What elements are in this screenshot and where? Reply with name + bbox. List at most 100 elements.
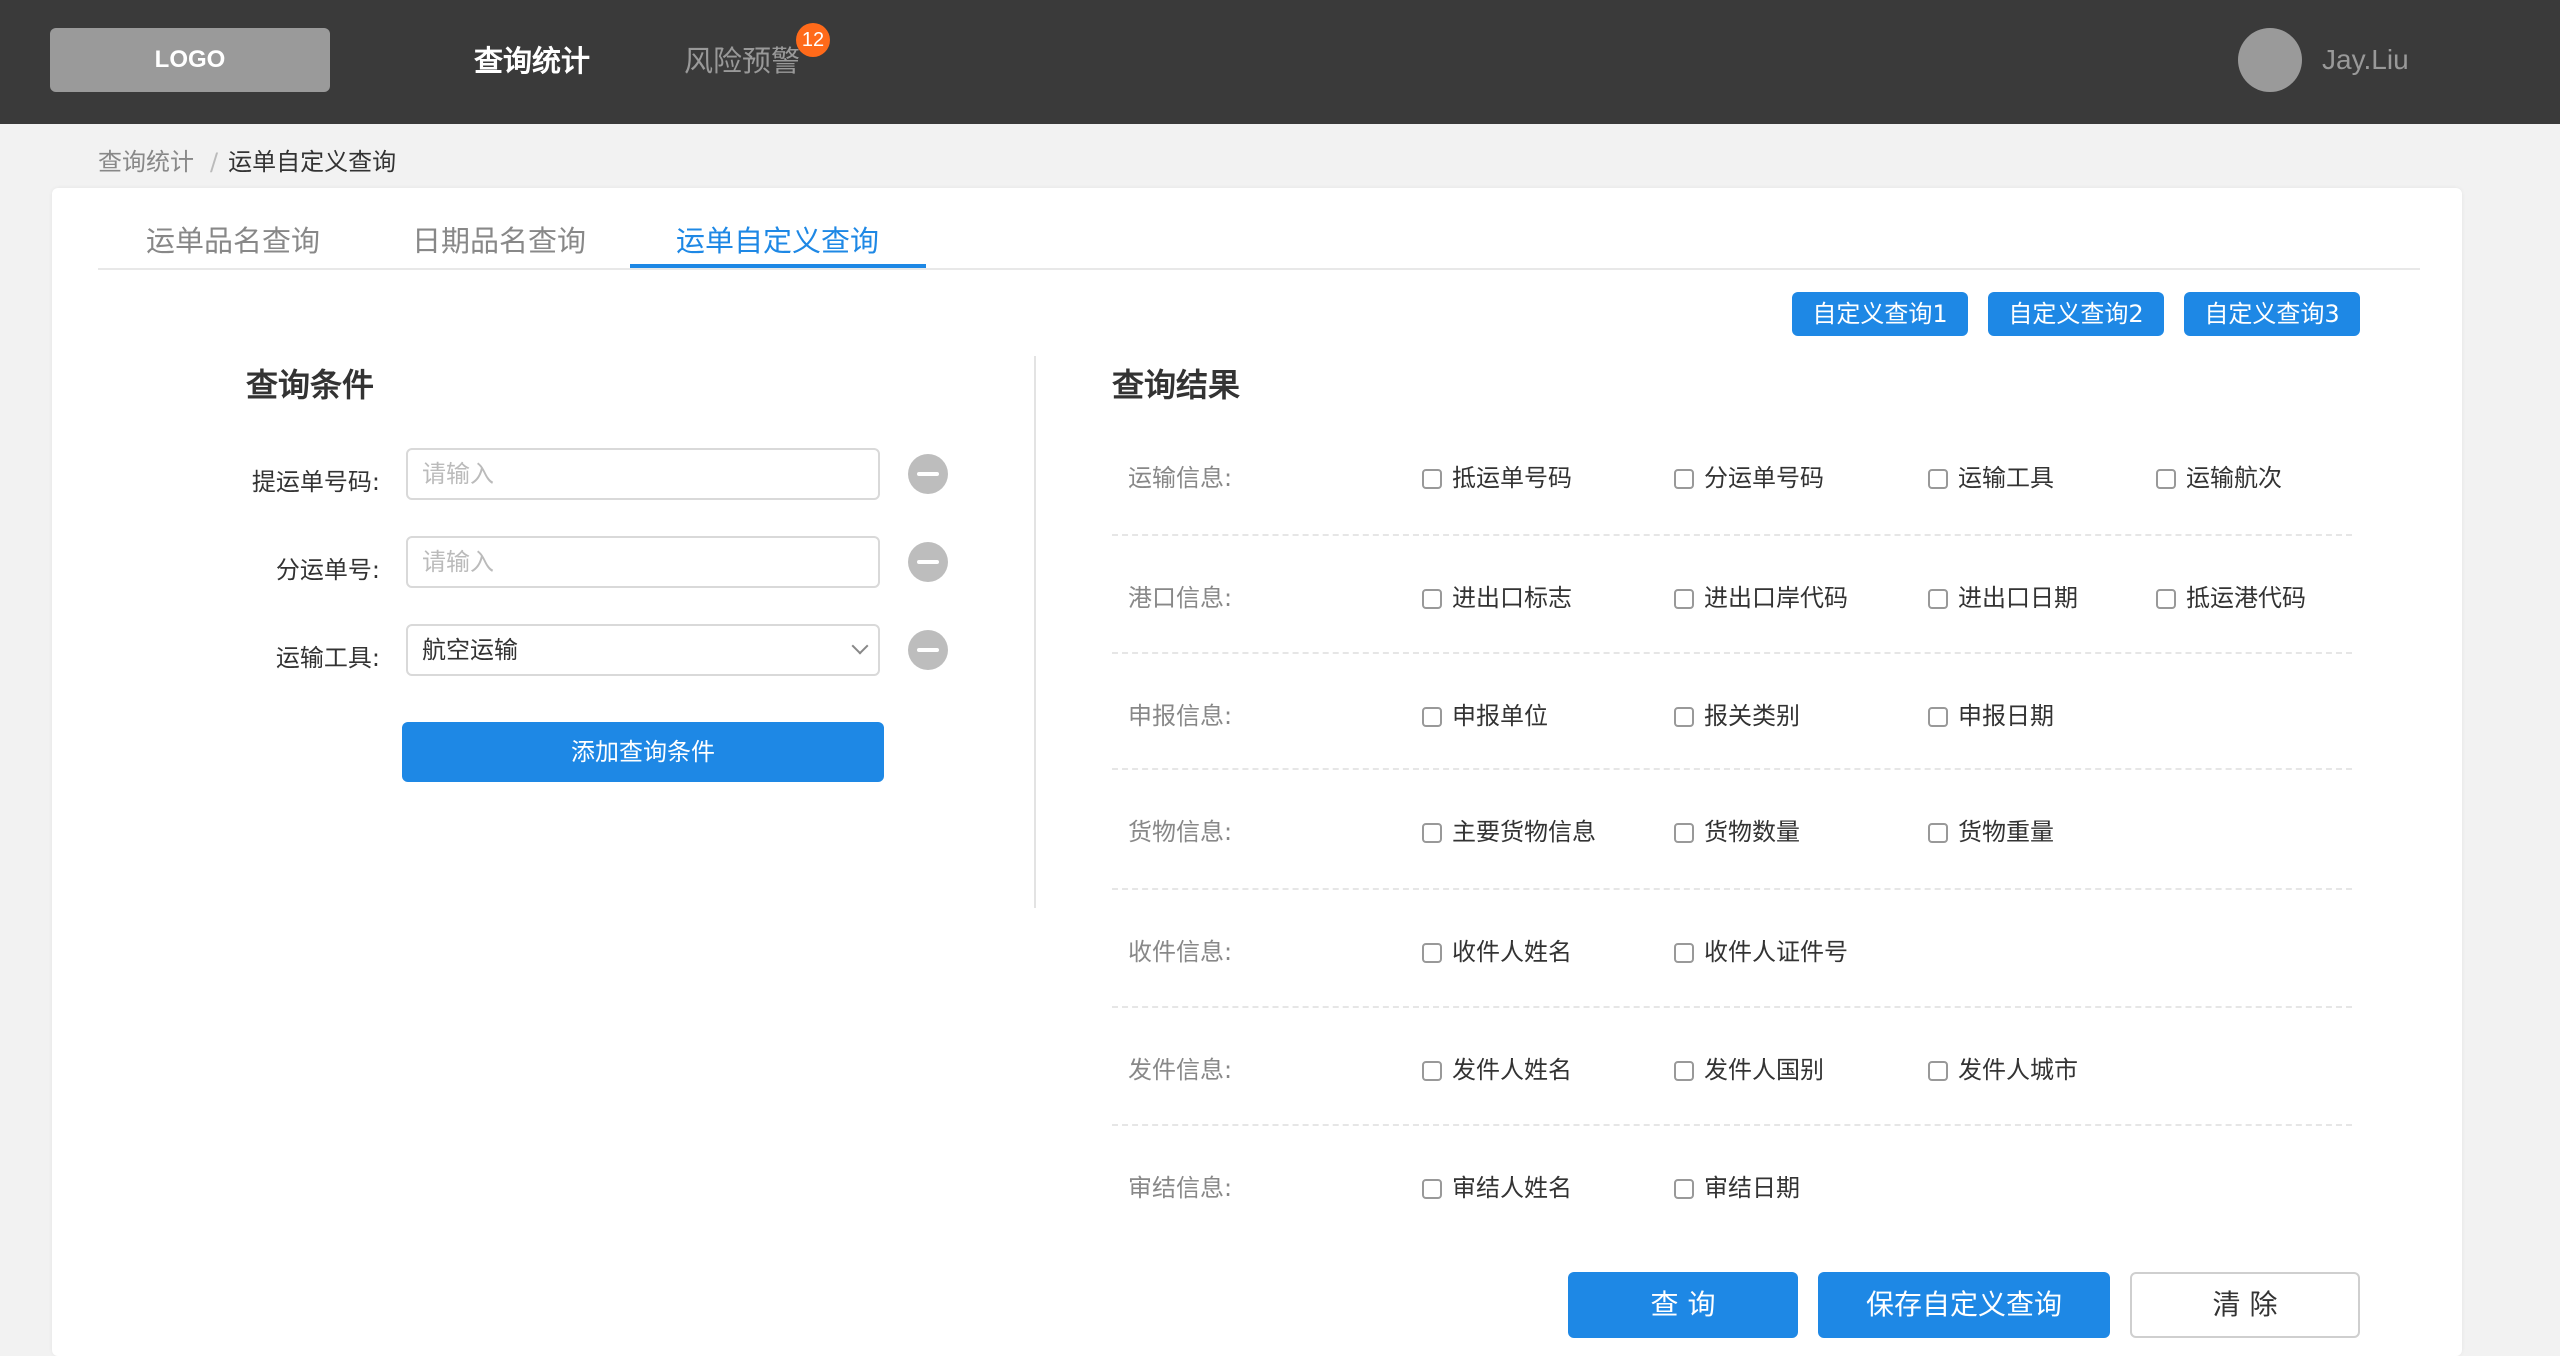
group-label-declaration: 申报信息: <box>1128 702 1233 730</box>
checkbox-option[interactable]: 抵运港代码 <box>2156 578 2306 613</box>
checkbox-option[interactable]: 抵运单号码 <box>1422 458 1572 493</box>
field-label-sub-waybill: 分运单号: <box>275 556 380 584</box>
nav-query-statistics[interactable]: 查询统计 <box>474 38 590 80</box>
checkbox-option[interactable]: 申报单位 <box>1422 696 1548 731</box>
checkbox-option[interactable]: 进出口标志 <box>1422 578 1572 613</box>
group-label-goods: 货物信息: <box>1128 818 1233 846</box>
remove-condition-icon[interactable] <box>908 630 948 670</box>
checkbox-icon[interactable] <box>1674 707 1694 727</box>
checkbox-icon[interactable] <box>1422 469 1442 489</box>
checkbox-option[interactable]: 发件人姓名 <box>1422 1050 1572 1085</box>
transport-select[interactable]: 航空运输 <box>406 624 880 676</box>
tab-waybill-custom[interactable]: 运单自定义查询 <box>676 218 879 260</box>
checkbox-label: 申报日期 <box>1958 702 2054 730</box>
tab-bar: 运单品名查询 日期品名查询 运单自定义查询 <box>98 188 2420 270</box>
group-label-recipient: 收件信息: <box>1128 938 1233 966</box>
checkbox-label: 进出口标志 <box>1452 584 1572 612</box>
checkbox-option[interactable]: 收件人姓名 <box>1422 932 1572 967</box>
conditions-title: 查询条件 <box>246 366 375 404</box>
tab-date-product[interactable]: 日期品名查询 <box>412 218 586 260</box>
checkbox-label: 抵运单号码 <box>1452 464 1572 492</box>
notification-badge: 12 <box>796 23 830 57</box>
checkbox-option[interactable]: 申报日期 <box>1928 696 2054 731</box>
query-button[interactable]: 查 询 <box>1568 1272 1798 1338</box>
breadcrumb: 查询统计 / 运单自定义查询 <box>98 142 396 177</box>
checkbox-label: 抵运港代码 <box>2186 584 2306 612</box>
breadcrumb-current: 运单自定义查询 <box>228 148 397 176</box>
checkbox-icon[interactable] <box>1928 589 1948 609</box>
checkbox-option[interactable]: 运输航次 <box>2156 458 2282 493</box>
checkbox-label: 运输工具 <box>1958 464 2054 492</box>
row-divider <box>1112 888 2352 890</box>
checkbox-icon[interactable] <box>1928 1061 1948 1081</box>
save-custom-query-button[interactable]: 保存自定义查询 <box>1818 1272 2110 1338</box>
checkbox-label: 发件人姓名 <box>1452 1056 1572 1084</box>
checkbox-option[interactable]: 收件人证件号 <box>1674 932 1848 967</box>
field-label-transport: 运输工具: <box>275 644 380 672</box>
checkbox-option[interactable]: 主要货物信息 <box>1422 812 1596 847</box>
checkbox-label: 收件人姓名 <box>1452 938 1572 966</box>
group-label-review: 审结信息: <box>1128 1174 1233 1202</box>
remove-condition-icon[interactable] <box>908 542 948 582</box>
breadcrumb-separator: / <box>210 148 219 176</box>
preset-custom-query-1[interactable]: 自定义查询1 <box>1792 292 1968 336</box>
checkbox-icon[interactable] <box>1674 1179 1694 1199</box>
checkbox-label: 分运单号码 <box>1704 464 1824 492</box>
checkbox-option[interactable]: 进出口岸代码 <box>1674 578 1848 613</box>
checkbox-label: 主要货物信息 <box>1452 818 1596 846</box>
sub-waybill-input[interactable] <box>406 536 880 588</box>
breadcrumb-root[interactable]: 查询统计 <box>98 148 194 176</box>
checkbox-label: 货物重量 <box>1958 818 2054 846</box>
checkbox-icon[interactable] <box>1928 707 1948 727</box>
checkbox-option[interactable]: 分运单号码 <box>1674 458 1824 493</box>
remove-condition-icon[interactable] <box>908 454 948 494</box>
checkbox-icon[interactable] <box>1422 823 1442 843</box>
checkbox-icon[interactable] <box>2156 469 2176 489</box>
checkbox-label: 报关类别 <box>1704 702 1800 730</box>
avatar[interactable] <box>2238 28 2302 92</box>
preset-custom-query-3[interactable]: 自定义查询3 <box>2184 292 2360 336</box>
master-waybill-input[interactable] <box>406 448 880 500</box>
checkbox-option[interactable]: 发件人国别 <box>1674 1050 1824 1085</box>
checkbox-icon[interactable] <box>1928 823 1948 843</box>
checkbox-label: 运输航次 <box>2186 464 2282 492</box>
group-label-sender: 发件信息: <box>1128 1056 1233 1084</box>
preset-custom-query-2[interactable]: 自定义查询2 <box>1988 292 2164 336</box>
column-divider <box>1034 356 1036 908</box>
checkbox-icon[interactable] <box>1422 1179 1442 1199</box>
checkbox-icon[interactable] <box>1422 707 1442 727</box>
checkbox-option[interactable]: 发件人城市 <box>1928 1050 2078 1085</box>
logo[interactable]: LOGO <box>50 28 330 92</box>
top-navbar: LOGO 查询统计 风险预警 12 Jay.Liu <box>0 0 2560 124</box>
nav-risk-warning[interactable]: 风险预警 <box>684 38 800 80</box>
username[interactable]: Jay.Liu <box>2322 44 2409 76</box>
checkbox-option[interactable]: 货物重量 <box>1928 812 2054 847</box>
checkbox-icon[interactable] <box>1928 469 1948 489</box>
checkbox-icon[interactable] <box>1674 823 1694 843</box>
checkbox-icon[interactable] <box>1674 1061 1694 1081</box>
checkbox-icon[interactable] <box>1674 943 1694 963</box>
checkbox-option[interactable]: 货物数量 <box>1674 812 1800 847</box>
checkbox-label: 进出口岸代码 <box>1704 584 1848 612</box>
row-divider <box>1112 534 2352 536</box>
checkbox-icon[interactable] <box>1422 943 1442 963</box>
checkbox-option[interactable]: 进出口日期 <box>1928 578 2078 613</box>
group-label-port: 港口信息: <box>1128 584 1233 612</box>
checkbox-option[interactable]: 报关类别 <box>1674 696 1800 731</box>
tab-waybill-product[interactable]: 运单品名查询 <box>146 218 320 260</box>
checkbox-option[interactable]: 审结日期 <box>1674 1168 1800 1203</box>
checkbox-icon[interactable] <box>1674 589 1694 609</box>
clear-button[interactable]: 清 除 <box>2130 1272 2360 1338</box>
checkbox-option[interactable]: 审结人姓名 <box>1422 1168 1572 1203</box>
checkbox-icon[interactable] <box>1422 589 1442 609</box>
row-divider <box>1112 768 2352 770</box>
checkbox-option[interactable]: 运输工具 <box>1928 458 2054 493</box>
group-label-transport: 运输信息: <box>1128 464 1233 492</box>
checkbox-icon[interactable] <box>1422 1061 1442 1081</box>
main-card: 运单品名查询 日期品名查询 运单自定义查询 自定义查询1 自定义查询2 自定义查… <box>52 188 2462 1356</box>
checkbox-icon[interactable] <box>1674 469 1694 489</box>
checkbox-icon[interactable] <box>2156 589 2176 609</box>
checkbox-label: 审结日期 <box>1704 1174 1800 1202</box>
row-divider <box>1112 652 2352 654</box>
add-condition-button[interactable]: 添加查询条件 <box>402 722 884 782</box>
